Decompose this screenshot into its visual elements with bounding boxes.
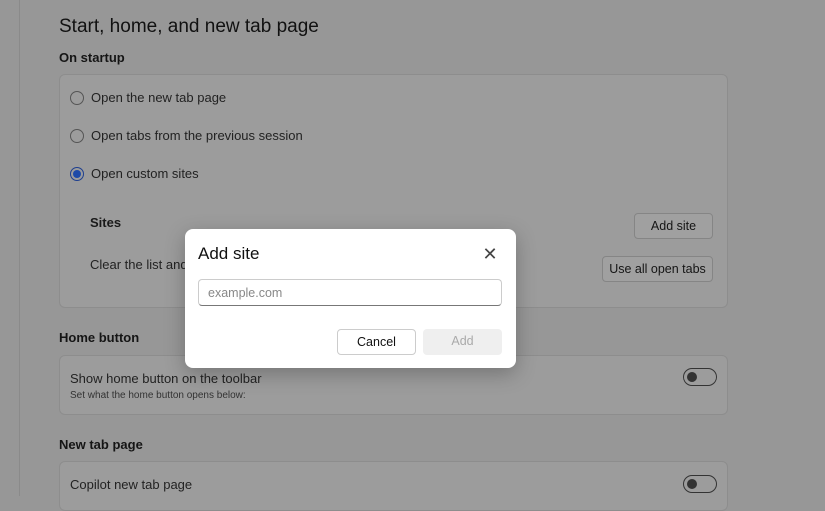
on-startup-heading: On startup xyxy=(59,50,125,65)
radio-label: Open tabs from the previous session xyxy=(91,128,303,143)
radio-icon xyxy=(70,90,84,105)
home-toggle-label: Show home button on the toolbar xyxy=(70,371,262,386)
radio-icon xyxy=(70,128,84,143)
sites-label: Sites xyxy=(90,215,122,230)
copilot-toggle[interactable] xyxy=(683,475,717,493)
home-toggle-desc: Set what the home button opens below: xyxy=(70,390,246,401)
close-icon[interactable]: ✕ xyxy=(481,245,499,263)
radio-selected-icon xyxy=(70,166,84,181)
clear-list-text: Clear the list and s xyxy=(90,257,198,272)
add-button[interactable]: Add xyxy=(423,329,502,355)
radio-label: Open custom sites xyxy=(91,166,199,181)
radio-previous-session[interactable]: Open tabs from the previous session xyxy=(70,128,303,143)
cancel-button[interactable]: Cancel xyxy=(337,329,416,355)
dialog-title: Add site xyxy=(198,244,260,263)
add-site-dialog: Add site ✕ Cancel Add xyxy=(185,229,516,368)
sidebar-divider xyxy=(19,0,20,496)
use-all-open-tabs-button[interactable]: Use all open tabs xyxy=(602,256,713,282)
copilot-toggle-label: Copilot new tab page xyxy=(70,477,193,492)
home-button-toggle[interactable] xyxy=(683,368,717,386)
new-tab-page-heading: New tab page xyxy=(59,437,143,452)
radio-new-tab-page[interactable]: Open the new tab page xyxy=(70,90,226,105)
radio-custom-sites[interactable]: Open custom sites xyxy=(70,166,199,181)
home-button-heading: Home button xyxy=(59,330,140,345)
add-site-button[interactable]: Add site xyxy=(634,213,713,239)
radio-label: Open the new tab page xyxy=(91,90,227,105)
site-url-input[interactable] xyxy=(198,279,502,306)
page-title: Start, home, and new tab page xyxy=(59,16,319,37)
